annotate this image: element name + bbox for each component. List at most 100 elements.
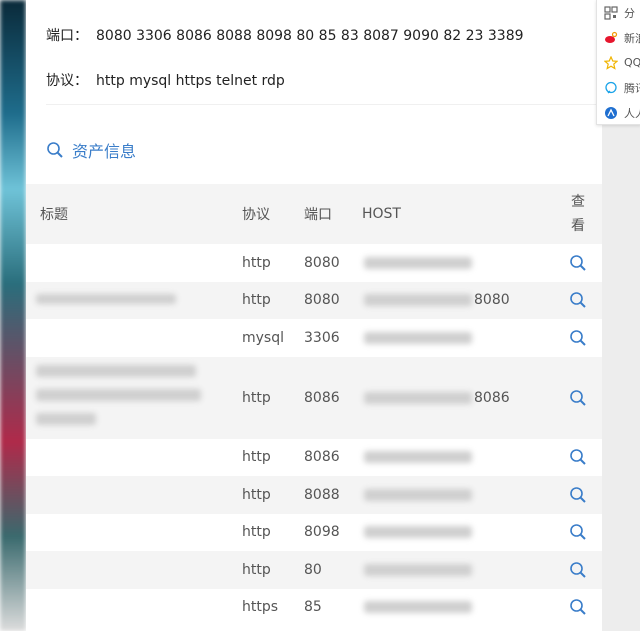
redacted-title	[36, 388, 201, 401]
row-port: 80	[304, 561, 322, 578]
row-title	[26, 244, 242, 282]
view-button[interactable]	[554, 329, 602, 347]
redacted-host	[364, 391, 472, 404]
table-row: http 8080	[26, 244, 602, 282]
side-menu-item[interactable]: QQ	[597, 50, 640, 75]
search-icon[interactable]	[569, 448, 587, 466]
search-icon[interactable]	[569, 389, 587, 407]
qr-code-icon	[604, 5, 618, 20]
table-row: http 8098	[26, 514, 602, 552]
view-button[interactable]	[554, 523, 602, 541]
redacted-title	[36, 412, 96, 425]
redacted-host	[364, 256, 472, 269]
star-icon	[603, 55, 619, 70]
row-host	[362, 514, 554, 552]
header-title: 标题	[40, 207, 68, 223]
row-port: 8088	[304, 486, 340, 503]
header-port: 端口	[304, 207, 332, 223]
row-host	[362, 476, 554, 514]
view-button[interactable]	[554, 598, 602, 616]
redacted-host	[364, 526, 472, 539]
redacted-host	[364, 563, 472, 576]
row-host	[362, 439, 554, 477]
protocol-value: http mysql https telnet rdp	[96, 73, 285, 89]
row-port: 8098	[304, 524, 340, 541]
row-host: 8080	[362, 282, 554, 320]
section-title-text: 资产信息	[72, 142, 137, 161]
table-row: http 8080 8080	[26, 281, 602, 320]
row-protocol: http	[242, 254, 271, 271]
header-view-char: 看	[571, 218, 585, 234]
row-title	[26, 319, 242, 357]
view-button[interactable]	[554, 291, 602, 309]
side-menu-item[interactable]: 腾讯	[597, 75, 640, 100]
row-title	[26, 551, 242, 589]
row-title	[26, 282, 242, 320]
side-menu-label: 分	[624, 6, 635, 20]
header-view-char: 查	[571, 194, 585, 210]
search-icon[interactable]	[569, 329, 587, 347]
port-label: 端口：	[46, 28, 88, 44]
row-port: 3306	[304, 329, 340, 346]
row-title	[26, 439, 242, 477]
row-protocol: http	[242, 449, 271, 466]
side-menu-item[interactable]: 人人	[597, 100, 640, 125]
port-info: 端口： 8080 3306 8086 8088 8098 80 85 83 808…	[46, 25, 524, 45]
side-menu-label: 腾讯	[624, 81, 640, 95]
row-protocol: http	[242, 486, 271, 503]
header-protocol: 协议	[242, 207, 270, 223]
table-row: http 8086	[26, 439, 602, 477]
port-value: 8080 3306 8086 8088 8098 80 85 83 8087 9…	[96, 28, 524, 44]
background-left-edge	[0, 0, 26, 631]
asset-panel: 端口： 8080 3306 8086 8088 8098 80 85 83 808…	[26, 0, 602, 631]
search-icon[interactable]	[569, 561, 587, 579]
search-icon[interactable]	[569, 486, 587, 504]
view-button[interactable]	[554, 448, 602, 466]
header-view-text: 查看	[571, 190, 585, 238]
search-icon[interactable]	[569, 598, 587, 616]
host-port-suffix: 8086	[474, 389, 510, 406]
table-row: mysql 3306	[26, 319, 602, 357]
side-menu-item[interactable]: 分	[597, 0, 640, 25]
table-header: 标题 协议 端口 HOST 查看	[26, 184, 602, 244]
row-port: 8080	[304, 254, 340, 271]
divider	[46, 104, 602, 105]
view-button[interactable]	[554, 389, 602, 407]
redacted-host	[364, 601, 472, 614]
table-row: http 8088	[26, 476, 602, 514]
row-port: 85	[304, 599, 322, 616]
row-port: 8086	[304, 449, 340, 466]
share-side-menu: 分新浪 QQ 腾讯人人	[596, 0, 640, 125]
side-menu-label: QQ	[624, 56, 640, 69]
row-protocol: http	[242, 524, 271, 541]
search-icon[interactable]	[569, 254, 587, 272]
weibo-icon	[604, 31, 618, 45]
row-port: 8086	[304, 389, 340, 406]
redacted-host	[364, 294, 472, 307]
section-title: 资产信息	[46, 138, 136, 162]
row-protocol: http	[242, 292, 271, 309]
protocol-info: 协议： http mysql https telnet rdp	[46, 70, 285, 90]
row-title	[26, 357, 242, 439]
protocol-label: 协议：	[46, 73, 88, 89]
redacted-host	[364, 331, 472, 344]
side-menu-item[interactable]: 新浪	[597, 25, 640, 50]
view-button[interactable]	[554, 486, 602, 504]
row-title	[26, 589, 242, 627]
row-host	[362, 244, 554, 282]
view-button[interactable]	[554, 254, 602, 272]
redacted-title	[36, 293, 176, 304]
row-host: 8086	[362, 357, 554, 439]
search-icon	[47, 142, 63, 158]
view-button[interactable]	[554, 561, 602, 579]
renren-icon	[604, 106, 618, 120]
row-protocol: http	[242, 389, 271, 406]
row-host	[362, 319, 554, 357]
row-port: 8080	[304, 292, 340, 309]
search-icon[interactable]	[569, 291, 587, 309]
search-icon[interactable]	[569, 523, 587, 541]
side-menu-label: 人人	[624, 106, 640, 120]
table-row: https 85	[26, 589, 602, 627]
asset-table: 标题 协议 端口 HOST 查看 http 8080 http 8080 8080 mys…	[26, 184, 602, 626]
table-row: http 80	[26, 551, 602, 589]
